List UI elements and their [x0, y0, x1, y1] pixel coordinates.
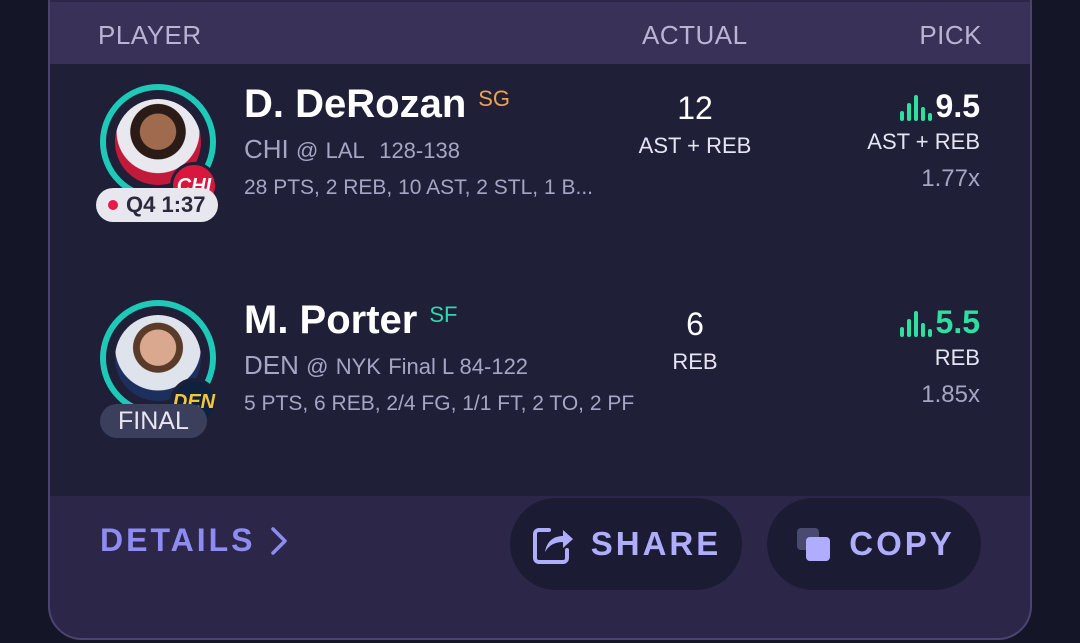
- opponent-abbr: LAL: [325, 138, 365, 163]
- actual-value: 12: [677, 90, 713, 126]
- matchup: DEN @ NYK Final L 84-122: [244, 350, 528, 381]
- matchup: CHI @ LAL 128-138: [244, 134, 460, 165]
- copy-label: COPY: [849, 525, 955, 562]
- actual-cell: 12 AST + REB: [610, 90, 780, 159]
- team-abbr: DEN: [244, 350, 299, 380]
- game-status-badge: Q4 1:37: [96, 188, 218, 222]
- player-position: SF: [429, 302, 458, 327]
- game-final-label: FINAL: [118, 406, 189, 435]
- header-actual: ACTUAL: [642, 20, 748, 50]
- player-position: SG: [478, 86, 511, 111]
- pick-multiplier: 1.77x: [921, 165, 980, 192]
- player-name: D. DeRozan: [244, 82, 467, 126]
- chevron-right-icon: [270, 526, 287, 555]
- live-dot-icon: [108, 200, 118, 210]
- player-name: M. Porter: [244, 298, 418, 342]
- game-score: Final L 84-122: [388, 354, 529, 379]
- stat-line: 28 PTS, 2 REB, 10 AST, 2 STL, 1 B...: [244, 176, 594, 199]
- copy-icon: [797, 528, 831, 561]
- player-avatar: DEN FINAL: [100, 300, 218, 440]
- share-icon: [532, 528, 573, 564]
- share-label: SHARE: [590, 525, 722, 562]
- pick-label: REB: [934, 345, 980, 370]
- player-list: CHI Q4 1:37 D. DeRozan SG CHI @ LAL 128-…: [50, 64, 1030, 496]
- copy-button[interactable]: COPY: [767, 498, 981, 590]
- pick-label: AST + REB: [867, 129, 980, 154]
- signal-bars-icon: [899, 95, 932, 121]
- player-avatar: CHI Q4 1:37: [96, 84, 218, 224]
- pick-card: PLAYER ACTUAL PICK CHI Q4 1:37 D. DeRoza…: [48, 0, 1032, 640]
- actual-cell: 6 REB: [610, 306, 780, 375]
- table-header: PLAYER ACTUAL PICK: [50, 2, 1030, 64]
- pick-value: 5.5: [935, 304, 980, 340]
- details-label: DETAILS: [100, 522, 256, 558]
- actual-label: AST + REB: [638, 133, 752, 158]
- team-abbr: CHI: [244, 134, 289, 164]
- player-name-line: D. DeRozan SG: [244, 82, 510, 127]
- game-status-badge: FINAL: [100, 404, 207, 438]
- signal-bars-icon: [899, 311, 932, 337]
- stat-line: 5 PTS, 6 REB, 2/4 FG, 1/1 FT, 2 TO, 2 PF: [244, 392, 635, 415]
- share-button[interactable]: SHARE: [510, 498, 742, 590]
- pick-line: 5.5: [899, 304, 980, 341]
- pick-value: 9.5: [935, 88, 980, 124]
- opponent-abbr: NYK: [335, 354, 381, 379]
- details-link[interactable]: DETAILS: [100, 522, 288, 559]
- game-score: 128-138: [379, 138, 460, 163]
- actual-label: REB: [672, 349, 718, 374]
- pick-cell: 5.5 REB 1.85x: [899, 304, 980, 409]
- pick-multiplier: 1.85x: [921, 381, 980, 408]
- card-footer: DETAILS SHARE COPY: [50, 496, 1030, 638]
- header-player: PLAYER: [98, 20, 202, 50]
- player-name-line: M. Porter SF: [244, 298, 457, 343]
- header-pick: PICK: [919, 20, 982, 50]
- pick-line: 9.5: [867, 88, 980, 125]
- at-symbol: @: [296, 138, 319, 163]
- game-clock: Q4 1:37: [126, 192, 206, 217]
- player-row[interactable]: CHI Q4 1:37 D. DeRozan SG CHI @ LAL 128-…: [50, 64, 1030, 280]
- at-symbol: @: [306, 354, 329, 379]
- actual-value: 6: [686, 306, 704, 342]
- player-row[interactable]: DEN FINAL M. Porter SF DEN @ NYK Final L…: [50, 280, 1030, 496]
- pick-cell: 9.5 AST + REB 1.77x: [867, 88, 980, 193]
